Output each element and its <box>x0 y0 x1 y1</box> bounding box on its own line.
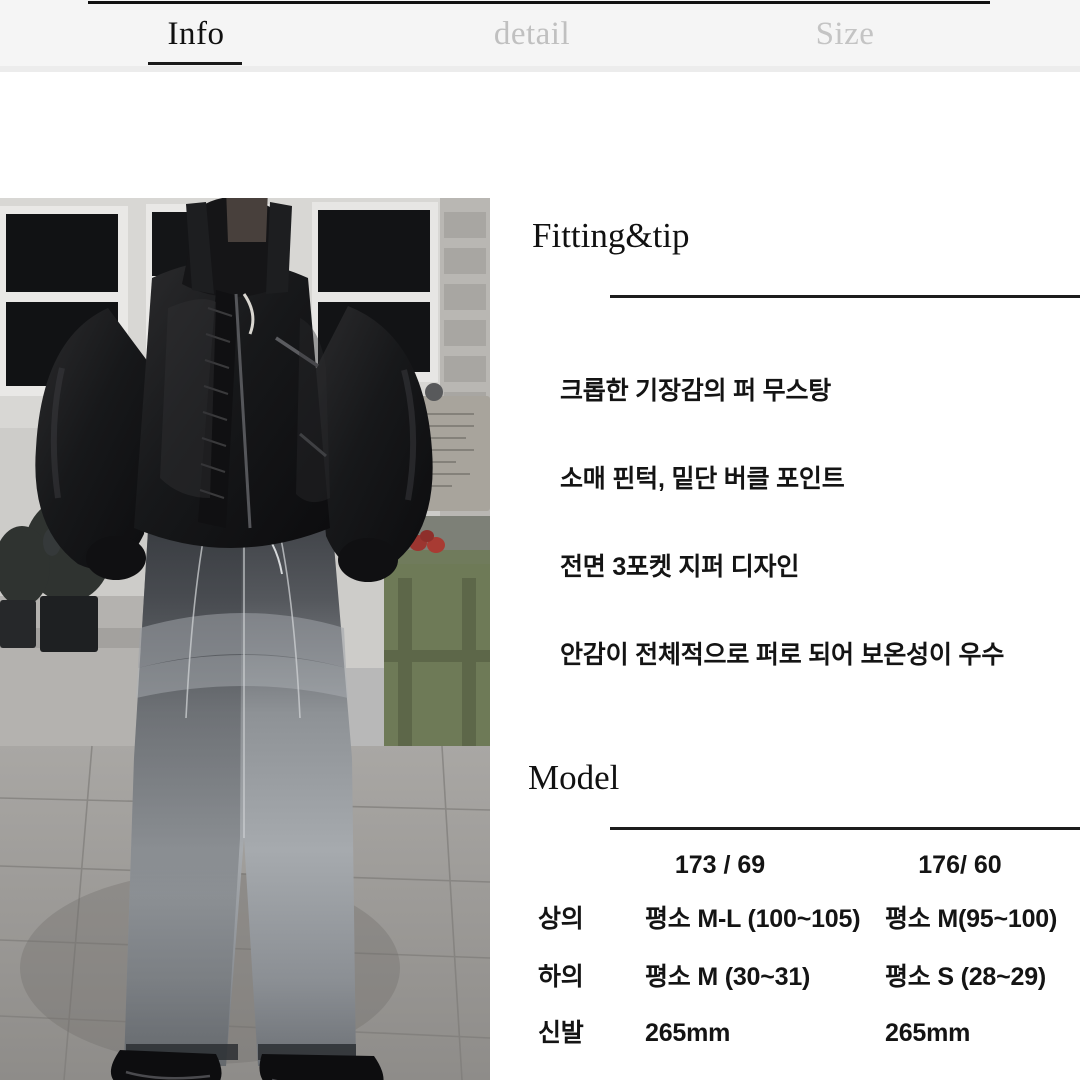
model-heading: Model <box>528 758 620 797</box>
model-row-value: 평소 M(95~100) <box>885 905 1058 933</box>
model-row-value: 평소 M (30~31) <box>645 963 811 991</box>
model-row-value: 평소 M-L (100~105) <box>645 905 861 933</box>
model-column-header: 176/ 60 <box>918 851 1002 879</box>
model-divider <box>610 827 1080 830</box>
tab-list: Info detail Size <box>0 0 1080 72</box>
fitting-tip-item: 전면 3포켓 지퍼 디자인 <box>560 553 800 581</box>
model-row-value: 평소 S (28~29) <box>885 963 1047 991</box>
fitting-tip-heading: Fitting&tip <box>532 216 690 255</box>
product-photo <box>0 198 490 1080</box>
model-row-value: 265mm <box>645 1019 731 1047</box>
fitting-tip-item: 안감이 전체적으로 퍼로 되어 보온성이 우수 <box>560 641 1005 669</box>
model-row-label: 하의 <box>538 963 584 991</box>
product-photo-illustration <box>0 198 490 1080</box>
model-row-label: 신발 <box>538 1019 584 1047</box>
product-info-panel: Fitting&tip 크롭한 기장감의 퍼 무스탕 소매 핀턱, 밑단 버클 … <box>490 72 1080 1080</box>
tab-size[interactable]: Size <box>745 14 945 54</box>
fitting-tip-item: 소매 핀턱, 밑단 버클 포인트 <box>560 465 845 493</box>
tab-bar: Info detail Size <box>0 0 1080 72</box>
model-row-value: 265mm <box>885 1019 971 1047</box>
model-row-label: 상의 <box>538 905 584 933</box>
fitting-tip-divider <box>610 295 1080 298</box>
fitting-tip-item: 크롭한 기장감의 퍼 무스탕 <box>560 377 832 405</box>
model-column-header: 173 / 69 <box>674 851 766 879</box>
tab-info[interactable]: Info <box>96 14 296 54</box>
tab-active-underline <box>148 62 242 65</box>
tab-detail[interactable]: detail <box>432 14 632 54</box>
